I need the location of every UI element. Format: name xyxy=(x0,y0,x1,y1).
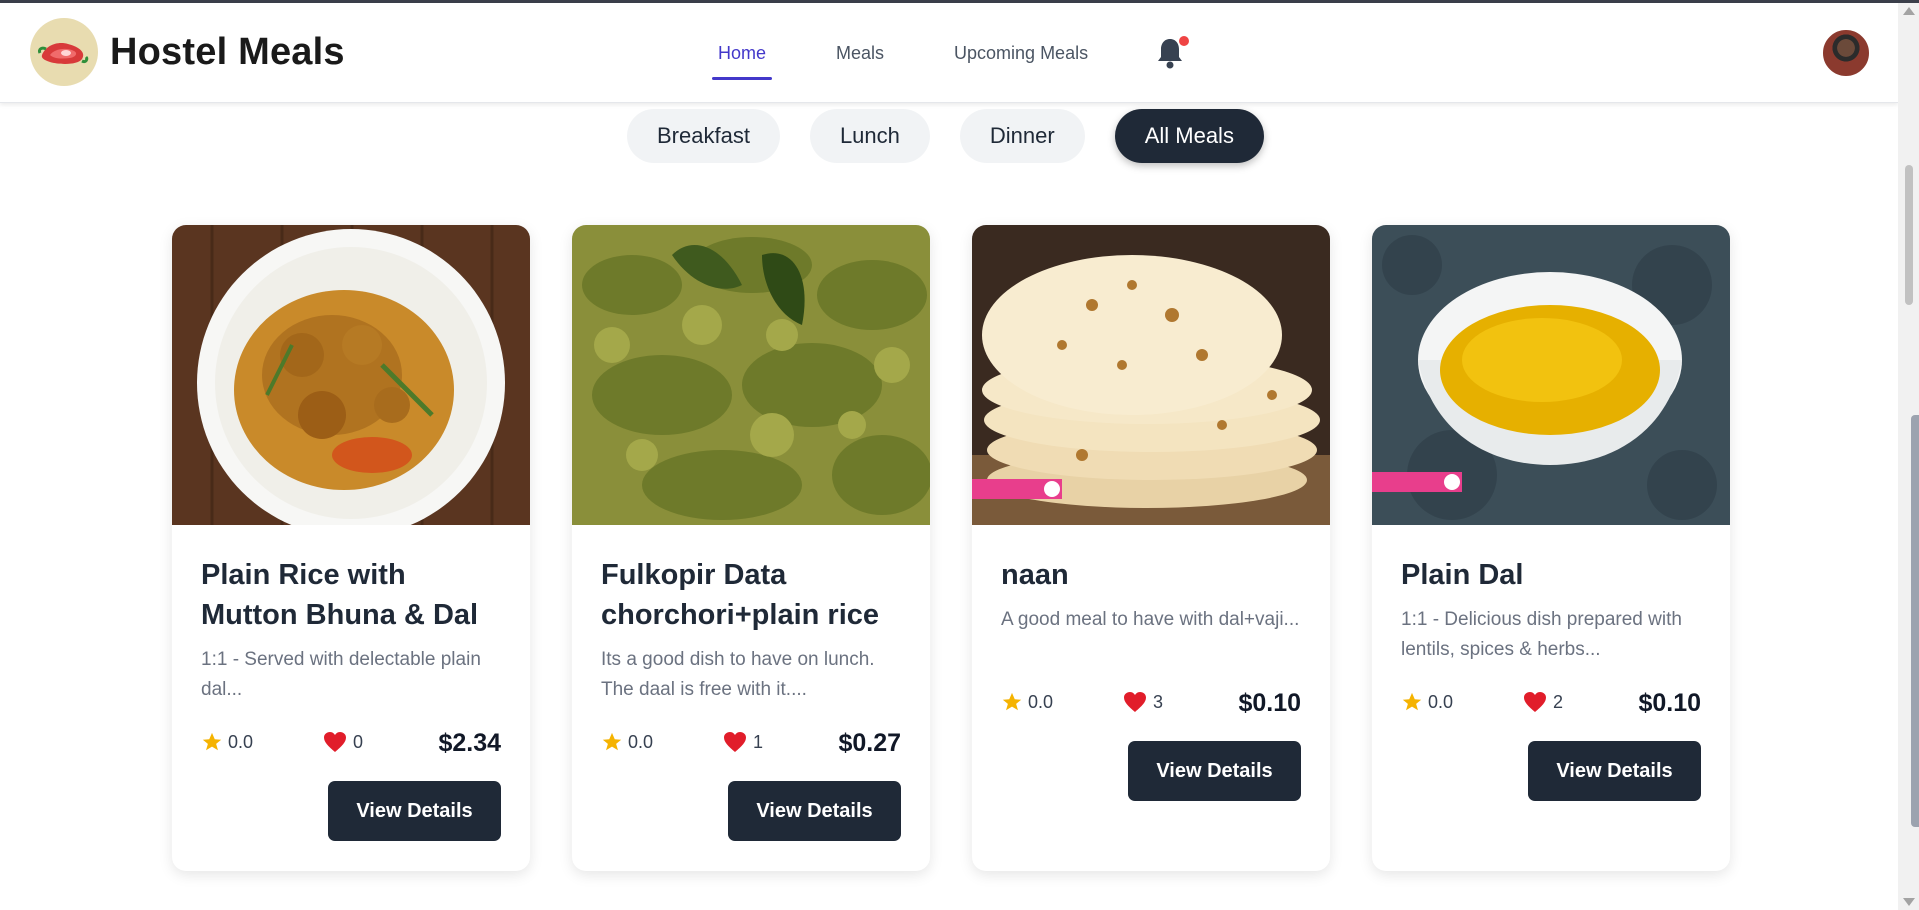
meal-stats: 0.0 2 $0.10 xyxy=(1401,689,1701,721)
meal-image-naan xyxy=(972,225,1330,525)
meal-rating: 0.0 xyxy=(1001,691,1053,713)
meal-card: Plain Dal 1:1 - Delicious dish prepared … xyxy=(1372,225,1730,871)
meal-price: $2.34 xyxy=(438,729,501,757)
meal-card: Plain Rice with Mutton Bhuna & Dal 1:1 -… xyxy=(172,225,530,871)
scroll-thumb-secondary[interactable] xyxy=(1911,415,1919,827)
meal-stats: 0.0 0 $2.34 xyxy=(201,729,501,761)
filter-dinner[interactable]: Dinner xyxy=(959,109,1085,163)
nav-meals[interactable]: Meals xyxy=(830,35,890,72)
notification-dot xyxy=(1179,36,1189,46)
brand-name: Hostel Meals xyxy=(110,30,345,73)
meal-title[interactable]: Fulkopir Data chorchori+plain rice xyxy=(601,555,901,635)
filter-all-meals[interactable]: All Meals xyxy=(1114,109,1264,163)
filter-breakfast[interactable]: Breakfast xyxy=(627,109,780,163)
meal-likes[interactable]: 2 xyxy=(1523,691,1563,713)
meal-card: naan A good meal to have with dal+vaji..… xyxy=(972,225,1330,871)
star-icon xyxy=(1402,692,1422,711)
meal-description: A good meal to have with dal+vaji... xyxy=(1001,609,1300,630)
meal-category-filters: Breakfast Lunch Dinner All Meals xyxy=(627,109,1294,163)
meal-likes[interactable]: 3 xyxy=(1123,691,1163,713)
nav-home[interactable]: Home xyxy=(712,35,773,80)
page-scrollbar[interactable] xyxy=(1898,3,1919,910)
heart-icon[interactable] xyxy=(723,731,747,753)
meal-likes[interactable]: 1 xyxy=(723,731,763,753)
brand-logo-link[interactable]: Hostel Meals xyxy=(30,18,345,86)
view-details-button[interactable]: View Details xyxy=(1128,741,1301,801)
likes-count: 2 xyxy=(1553,691,1564,712)
meal-price: $0.27 xyxy=(838,729,901,757)
heart-icon[interactable] xyxy=(1123,691,1147,713)
heart-icon[interactable] xyxy=(323,731,347,753)
scroll-down-arrow-icon[interactable] xyxy=(1903,898,1915,906)
filter-lunch[interactable]: Lunch xyxy=(809,109,930,163)
meal-stats: 0.0 3 $0.10 xyxy=(1001,689,1301,721)
nav-upcoming-meals[interactable]: Upcoming Meals xyxy=(948,35,1094,72)
view-details-button[interactable]: View Details xyxy=(1528,741,1701,801)
meal-price: $0.10 xyxy=(1638,689,1701,717)
meal-title[interactable]: naan xyxy=(1001,555,1301,595)
main-nav: Home Meals Upcoming Meals xyxy=(712,3,1152,103)
meal-description: 1:1 - Served with delectable plain dal..… xyxy=(201,649,481,700)
meal-description: 1:1 - Delicious dish prepared with lenti… xyxy=(1401,609,1682,660)
meal-card: Fulkopir Data chorchori+plain rice Its a… xyxy=(572,225,930,871)
view-details-button[interactable]: View Details xyxy=(728,781,901,841)
star-icon xyxy=(202,732,222,751)
rating-value: 0.0 xyxy=(1428,691,1454,712)
star-icon xyxy=(602,732,622,751)
scroll-up-arrow-icon[interactable] xyxy=(1903,7,1915,15)
rating-value: 0.0 xyxy=(228,731,254,752)
meal-rating: 0.0 xyxy=(201,731,253,753)
meal-rating: 0.0 xyxy=(1401,691,1453,713)
likes-count: 0 xyxy=(353,731,364,752)
meal-image-mutton-bhuna xyxy=(172,225,530,525)
scroll-thumb[interactable] xyxy=(1905,165,1913,305)
meal-likes[interactable]: 0 xyxy=(323,731,363,753)
heart-icon[interactable] xyxy=(1523,691,1547,713)
site-header: Hostel Meals Home Meals Upcoming Meals xyxy=(0,3,1898,103)
meal-price: $0.10 xyxy=(1238,689,1301,717)
meal-rating: 0.0 xyxy=(601,731,653,753)
meal-title[interactable]: Plain Rice with Mutton Bhuna & Dal xyxy=(201,555,501,635)
meal-image-fulkopir-chorchori xyxy=(572,225,930,525)
meal-title[interactable]: Plain Dal xyxy=(1401,555,1701,595)
rating-value: 0.0 xyxy=(1028,691,1054,712)
meal-description: Its a good dish to have on lunch. The da… xyxy=(601,649,875,700)
likes-count: 1 xyxy=(753,731,764,752)
meat-logo-icon xyxy=(30,18,98,86)
star-icon xyxy=(1002,692,1022,711)
meal-image-plain-dal xyxy=(1372,225,1730,525)
user-avatar[interactable] xyxy=(1823,30,1869,76)
meal-stats: 0.0 1 $0.27 xyxy=(601,729,901,761)
rating-value: 0.0 xyxy=(628,731,654,752)
likes-count: 3 xyxy=(1153,691,1164,712)
view-details-button[interactable]: View Details xyxy=(328,781,501,841)
